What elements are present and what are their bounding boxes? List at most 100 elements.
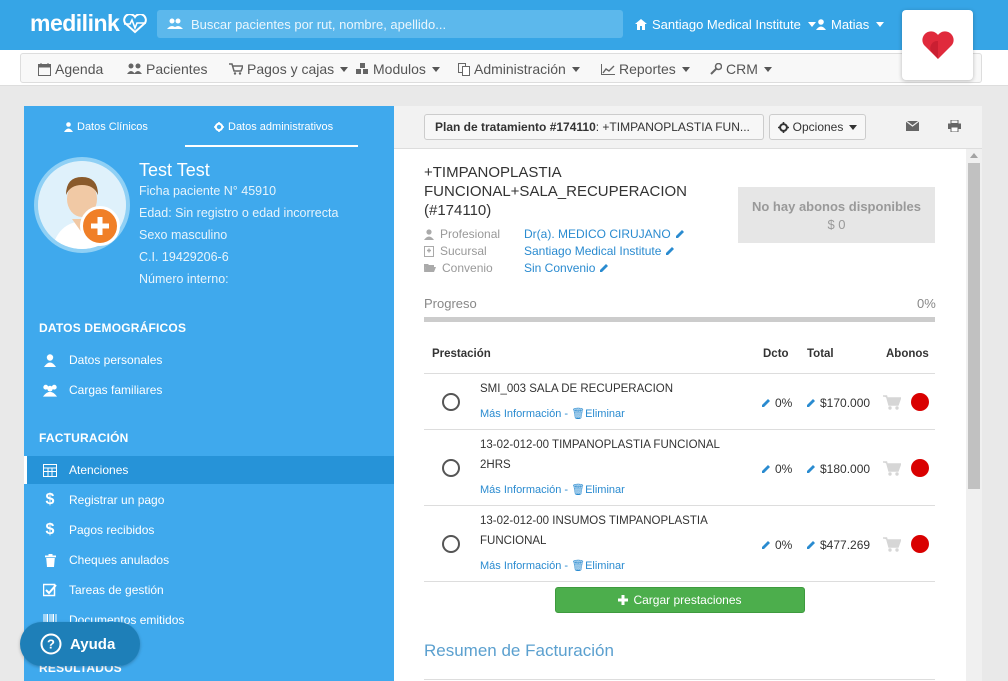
search-input[interactable]: Buscar pacientes por rut, nombre, apelli… — [157, 10, 623, 38]
row-total[interactable]: $170.000 — [806, 396, 870, 410]
nav-reportes-label: Reportes — [619, 61, 676, 77]
top-bar: medilink Buscar pacientes por rut, nombr… — [0, 0, 1008, 50]
section-datos-demograficos: DATOS DEMOGRÁFICOS — [39, 321, 187, 335]
scroll-up-icon[interactable] — [970, 153, 978, 158]
sidebar-item-cheques-anulados[interactable]: Cheques anulados — [24, 546, 394, 574]
sucursal-link[interactable]: Santiago Medical Institute — [524, 244, 675, 258]
user-menu[interactable]: Matias — [816, 17, 885, 32]
nav-crm[interactable]: CRM — [710, 61, 772, 77]
calendar-icon — [38, 62, 51, 76]
brand-logo[interactable]: medilink — [30, 10, 148, 37]
sidebar-item-pagos-recibidos[interactable]: $ Pagos recibidos — [24, 516, 394, 544]
cart-icon[interactable] — [883, 395, 901, 410]
profesional-value: Dr(a). MEDICO CIRUJANO — [524, 227, 671, 241]
trash-icon: 🗑 — [571, 560, 586, 572]
patient-name: Test Test — [139, 160, 210, 180]
tab-datos-clinicos[interactable]: Datos Clínicos — [64, 121, 148, 133]
cargar-prestaciones-button[interactable]: Cargar prestaciones — [555, 587, 805, 613]
eliminar-link[interactable]: Eliminar — [585, 560, 625, 572]
active-tab-indicator — [185, 145, 358, 147]
main-nav: Agenda Pacientes Pagos y cajas Modulos A… — [0, 50, 1008, 86]
pencil-icon — [675, 230, 684, 238]
nav-wrapper: Agenda Pacientes Pagos y cajas Modulos A… — [20, 53, 982, 83]
cart-icon[interactable] — [883, 461, 901, 476]
mas-informacion-link[interactable]: Más Información — [480, 408, 561, 420]
user-md-icon — [64, 122, 73, 132]
row-dcto[interactable]: 0% — [761, 538, 792, 552]
nav-administracion-label: Administración — [474, 61, 566, 77]
chevron-down-icon — [763, 66, 772, 72]
patient-ci: C.I. 19429206-6 — [139, 250, 229, 264]
row-select-radio[interactable] — [442, 393, 460, 411]
user-icon — [816, 19, 826, 30]
row-total-value: $180.000 — [820, 462, 871, 476]
print-icon[interactable] — [948, 120, 961, 132]
gear-icon — [777, 121, 789, 133]
patient-sexo: Sexo masculino — [139, 228, 228, 242]
row-links: Más Información - 🗑Eliminar — [480, 483, 625, 496]
profesional-link[interactable]: Dr(a). MEDICO CIRUJANO — [524, 227, 685, 241]
nav-modulos[interactable]: Modulos — [356, 61, 440, 77]
progress-label: Progreso — [424, 296, 477, 311]
nav-administracion[interactable]: Administración — [458, 61, 580, 77]
link-separator: - — [561, 408, 572, 420]
plan-selector-button[interactable]: Plan de tratamiento #174110 : +TIMPANOPL… — [424, 114, 764, 140]
pencil-icon — [762, 465, 770, 473]
sidebar-tabs: Datos Clínicos Datos administrativos — [24, 106, 394, 148]
sucursal-label: Sucursal — [440, 244, 487, 258]
row-select-radio[interactable] — [442, 535, 460, 553]
row-dcto-value: 0% — [775, 538, 793, 552]
envelope-icon[interactable] — [906, 121, 919, 131]
clinic-selector[interactable]: Santiago Medical Institute — [635, 17, 816, 32]
nav-agenda[interactable]: Agenda — [38, 61, 103, 77]
pencil-icon — [762, 399, 770, 407]
add-photo-icon[interactable] — [80, 206, 120, 246]
eliminar-link[interactable]: Eliminar — [585, 484, 625, 496]
help-label: Ayuda — [70, 635, 116, 653]
trash-icon: 🗑 — [571, 484, 586, 496]
nav-crm-label: CRM — [726, 61, 758, 77]
convenio-link[interactable]: Sin Convenio — [524, 261, 609, 275]
help-button[interactable]: ? Ayuda — [20, 622, 140, 666]
sidebar-item-datos-personales[interactable]: Datos personales — [24, 346, 394, 374]
nav-pacientes[interactable]: Pacientes — [127, 61, 207, 77]
sidebar-item-tareas-gestion[interactable]: Tareas de gestión — [24, 576, 394, 604]
scrollbar[interactable] — [966, 149, 982, 681]
plan-suffix: : +TIMPANOPLASTIA FUN... — [595, 120, 750, 134]
row-dcto[interactable]: 0% — [761, 396, 792, 410]
table-divider — [424, 505, 935, 506]
options-button[interactable]: Opciones — [769, 114, 866, 140]
column-header-dcto: Dcto — [763, 348, 789, 360]
row-select-radio[interactable] — [442, 459, 460, 477]
row-total-value: $170.000 — [820, 396, 871, 410]
trash-icon: 🗑 — [571, 408, 586, 420]
brand-name: medilink — [30, 10, 120, 36]
patient-edad: Edad: Sin registro o edad incorrecta — [139, 206, 339, 220]
pencil-icon — [666, 247, 675, 255]
eliminar-link[interactable]: Eliminar — [585, 408, 625, 420]
tab-datos-administrativos[interactable]: Datos administrativos — [214, 121, 333, 133]
row-total[interactable]: $477.269 — [806, 538, 870, 552]
row-dcto[interactable]: 0% — [761, 462, 792, 476]
scrollbar-thumb[interactable] — [968, 163, 980, 489]
sidebar-item-atenciones[interactable]: Atenciones — [24, 456, 394, 484]
favorite-widget[interactable] — [902, 10, 973, 80]
dollar-icon: $ — [45, 521, 55, 538]
sidebar-item-label: Cargas familiares — [69, 383, 163, 397]
cargar-prestaciones-label: Cargar prestaciones — [633, 593, 742, 607]
wrench-icon — [710, 63, 722, 75]
nav-reportes[interactable]: Reportes — [601, 61, 690, 77]
mas-informacion-link[interactable]: Más Información — [480, 560, 561, 572]
copy-icon — [458, 62, 470, 76]
chevron-down-icon — [849, 124, 858, 130]
status-badge — [911, 535, 929, 553]
column-header-total: Total — [807, 348, 834, 360]
sidebar-item-registrar-pago[interactable]: $ Registrar un pago — [24, 486, 394, 514]
row-total[interactable]: $180.000 — [806, 462, 870, 476]
nav-pagos[interactable]: Pagos y cajas — [229, 61, 349, 77]
sidebar-item-cargas-familiares[interactable]: Cargas familiares — [24, 376, 394, 404]
hospital-icon — [424, 245, 434, 257]
cart-icon[interactable] — [883, 537, 901, 552]
mas-informacion-link[interactable]: Más Información — [480, 484, 561, 496]
cart-icon — [229, 63, 243, 75]
